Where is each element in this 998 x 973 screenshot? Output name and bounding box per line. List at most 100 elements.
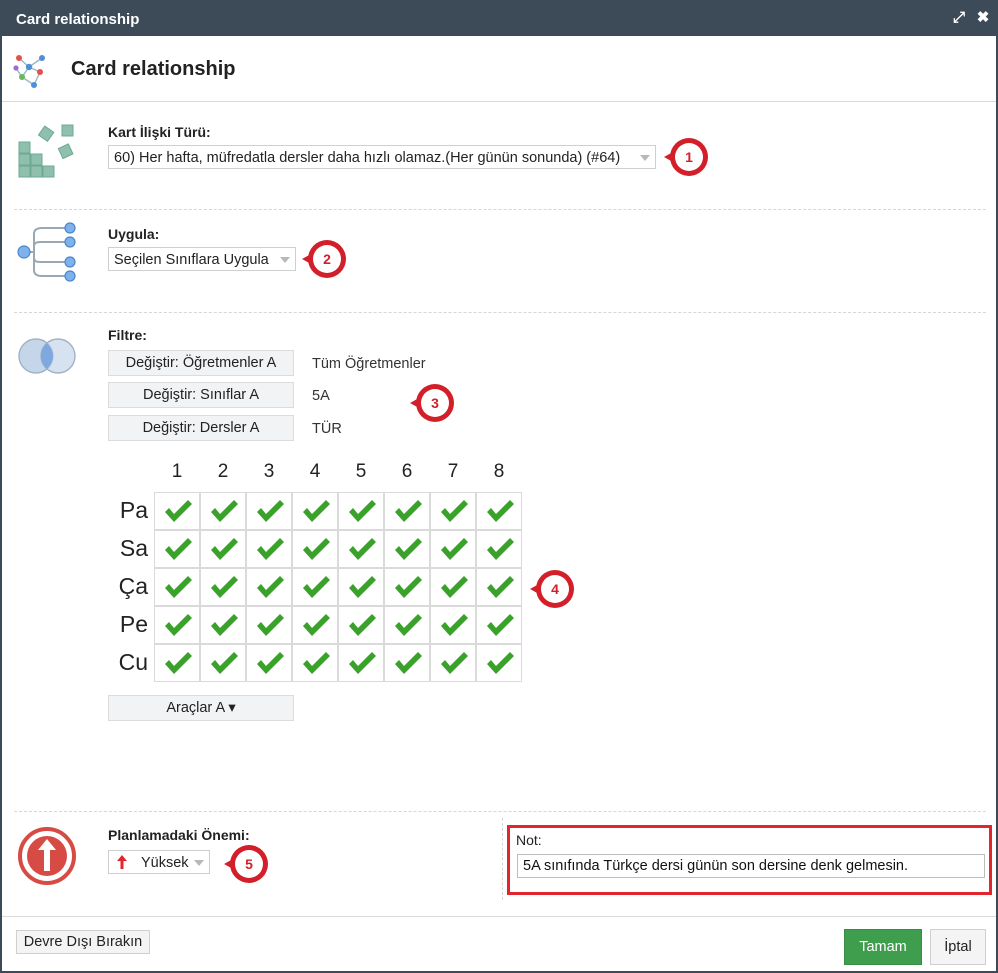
checkmark-icon [395,614,422,636]
grid-cell[interactable] [246,606,292,644]
checkmark-icon [257,538,284,560]
filter-label: Filtre: [108,327,147,343]
relation-type-label: Kart İlişki Türü: [108,124,211,140]
checkmark-icon [303,538,330,560]
grid-cell[interactable] [200,606,246,644]
annotation-badge-3: 3 [410,384,454,422]
network-graph-icon [13,55,45,88]
grid-row-header[interactable]: Pa [102,497,148,524]
grid-cell[interactable] [384,492,430,530]
grid-cell[interactable] [200,568,246,606]
grid-column-header[interactable]: 6 [384,461,430,483]
grid-cell[interactable] [200,530,246,568]
grid-cell[interactable] [246,492,292,530]
grid-cell[interactable] [338,530,384,568]
grid-cell[interactable] [476,492,522,530]
chevron-down-icon [194,860,204,866]
note-input[interactable] [517,854,985,878]
grid-cell[interactable] [430,606,476,644]
note-panel: Not: [507,825,992,895]
checkmark-icon [349,576,376,598]
grid-column-header[interactable]: 5 [338,461,384,483]
grid-cell[interactable] [384,568,430,606]
ok-button[interactable]: Tamam [844,929,922,965]
grid-cell[interactable] [476,644,522,682]
checkmark-icon [349,652,376,674]
grid-cell[interactable] [246,644,292,682]
checkmark-icon [395,538,422,560]
dialog-footer: Devre Dışı Bırakın Tamam İptal [2,916,996,971]
dialog-header: Card relationship [2,36,996,102]
grid-column-header[interactable]: 1 [154,461,200,483]
checkmark-icon [487,652,514,674]
grid-column-header[interactable]: 7 [430,461,476,483]
checkmark-icon [211,538,238,560]
cards-cluster-icon [18,124,74,178]
close-icon[interactable]: ✖ [974,8,992,28]
page-title: Card relationship [71,58,236,80]
grid-cell[interactable] [338,644,384,682]
grid-cell[interactable] [154,644,200,682]
checkmark-icon [211,576,238,598]
change-teachers-button[interactable]: Değiştir: Öğretmenler A [108,350,294,376]
grid-column-header[interactable]: 8 [476,461,522,483]
grid-column-header[interactable]: 2 [200,461,246,483]
grid-cell[interactable] [200,492,246,530]
importance-label: Planlamadaki Önemi: [108,827,250,843]
section-divider [14,811,986,812]
dialog-window: Card relationship ⤢ ✖ Card relationship [0,0,998,973]
grid-cell[interactable] [154,568,200,606]
grid-cell[interactable] [430,492,476,530]
checkmark-icon [487,500,514,522]
grid-cell[interactable] [430,530,476,568]
disable-button[interactable]: Devre Dışı Bırakın [16,930,150,954]
grid-row-header[interactable]: Sa [102,535,148,562]
grid-cell[interactable] [476,530,522,568]
grid-cell[interactable] [154,530,200,568]
grid-cell[interactable] [476,568,522,606]
checkmark-icon [165,576,192,598]
grid-cell[interactable] [292,492,338,530]
grid-cell[interactable] [338,492,384,530]
grid-row-header[interactable]: Pe [102,611,148,638]
grid-cell[interactable] [384,606,430,644]
checkmark-icon [441,538,468,560]
grid-row-header[interactable]: Ça [102,573,148,600]
cancel-button[interactable]: İptal [930,929,986,965]
grid-column-header[interactable]: 4 [292,461,338,483]
grid-cell[interactable] [246,530,292,568]
grid-cell[interactable] [430,568,476,606]
grid-column-header[interactable]: 3 [246,461,292,483]
window-title: Card relationship [16,11,140,28]
venn-circles-icon [18,338,76,374]
grid-cell[interactable] [246,568,292,606]
grid-cell[interactable] [384,644,430,682]
title-bar: Card relationship ⤢ ✖ [2,2,996,36]
grid-cell[interactable] [292,568,338,606]
apply-select[interactable]: Seçilen Sınıflara Uygula [108,247,296,271]
maximize-icon[interactable]: ⤢ [950,8,968,28]
grid-cell[interactable] [476,606,522,644]
grid-cell[interactable] [338,606,384,644]
grid-cell[interactable] [292,644,338,682]
grid-cell[interactable] [430,644,476,682]
branch-tree-icon [17,222,76,282]
checkmark-icon [349,614,376,636]
teachers-value: Tüm Öğretmenler [312,356,426,372]
grid-cell[interactable] [154,606,200,644]
grid-cell[interactable] [384,530,430,568]
change-classes-button[interactable]: Değiştir: Sınıflar A [108,382,294,408]
change-subjects-button[interactable]: Değiştir: Dersler A [108,415,294,441]
grid-cell[interactable] [292,530,338,568]
tools-button[interactable]: Araçlar A ▾ [108,695,294,721]
grid-cell[interactable] [338,568,384,606]
chevron-down-icon [640,155,650,161]
checkmark-icon [303,614,330,636]
grid-row-header[interactable]: Cu [102,649,148,676]
grid-cell[interactable] [292,606,338,644]
grid-cell[interactable] [200,644,246,682]
importance-select[interactable]: Yüksek [108,850,210,874]
relation-type-select[interactable]: 60) Her hafta, müfredatla dersler daha h… [108,145,656,169]
grid-cell[interactable] [154,492,200,530]
checkmark-icon [303,652,330,674]
